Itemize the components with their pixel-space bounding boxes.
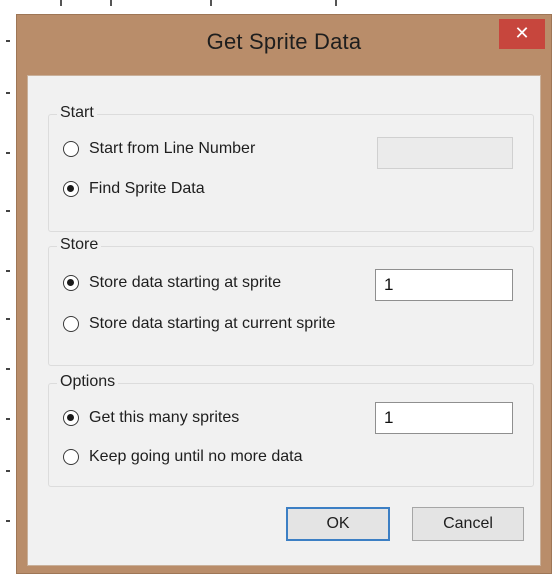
find-sprite-data-radio[interactable] [63, 181, 79, 197]
start-from-line-number-label: Start from Line Number [89, 140, 256, 157]
close-icon: ✕ [514, 23, 530, 44]
start-group-label: Start [57, 104, 97, 122]
background-tick [210, 0, 212, 6]
background-tick [6, 520, 10, 522]
store-at-sprite-radio[interactable] [63, 275, 79, 291]
background-tick [6, 368, 10, 370]
keep-going-option[interactable]: Keep going until no more data [63, 448, 302, 466]
background-tick [60, 0, 62, 6]
background-top-edge [0, 0, 554, 14]
store-at-current-sprite-radio[interactable] [63, 316, 79, 332]
start-from-line-number-option[interactable]: Start from Line Number [63, 140, 255, 158]
dialog-title: Get Sprite Data [206, 29, 362, 54]
background-tick [335, 0, 337, 6]
close-button[interactable]: ✕ [499, 19, 545, 49]
options-groupbox: Options Get this many sprites Keep going… [48, 373, 534, 487]
background-left-edge [0, 0, 14, 576]
dialog-client-area: Start Start from Line Number Find Sprite… [27, 75, 541, 566]
background-tick [6, 470, 10, 472]
cancel-button[interactable]: Cancel [412, 507, 524, 541]
keep-going-radio[interactable] [63, 449, 79, 465]
get-this-many-sprites-option[interactable]: Get this many sprites [63, 409, 239, 427]
ok-button[interactable]: OK [286, 507, 390, 541]
background-tick [110, 0, 112, 6]
line-number-field[interactable] [377, 137, 513, 169]
get-sprite-data-dialog: Get Sprite Data ✕ Start Start from Line … [16, 14, 552, 574]
get-this-many-sprites-radio[interactable] [63, 410, 79, 426]
store-groupbox: Store Store data starting at sprite Stor… [48, 236, 534, 366]
background-tick [6, 318, 10, 320]
sprite-count-field[interactable] [375, 402, 513, 434]
store-at-sprite-label: Store data starting at sprite [89, 274, 282, 291]
title-bar[interactable]: Get Sprite Data ✕ [17, 15, 551, 75]
find-sprite-data-label: Find Sprite Data [89, 180, 205, 197]
background-tick [6, 152, 10, 154]
background-tick [6, 40, 10, 42]
keep-going-label: Keep going until no more data [89, 448, 303, 465]
store-group-label: Store [57, 236, 102, 254]
get-this-many-sprites-label: Get this many sprites [89, 409, 240, 426]
store-at-current-sprite-option[interactable]: Store data starting at current sprite [63, 315, 335, 333]
find-sprite-data-option[interactable]: Find Sprite Data [63, 180, 205, 198]
background-tick [6, 418, 10, 420]
background-tick [6, 92, 10, 94]
store-at-current-sprite-label: Store data starting at current sprite [89, 315, 336, 332]
start-from-line-number-radio[interactable] [63, 141, 79, 157]
store-at-sprite-option[interactable]: Store data starting at sprite [63, 274, 281, 292]
background-tick [6, 270, 10, 272]
start-groupbox: Start Start from Line Number Find Sprite… [48, 104, 534, 232]
background-tick [6, 210, 10, 212]
start-sprite-field[interactable] [375, 269, 513, 301]
options-group-label: Options [57, 373, 119, 391]
